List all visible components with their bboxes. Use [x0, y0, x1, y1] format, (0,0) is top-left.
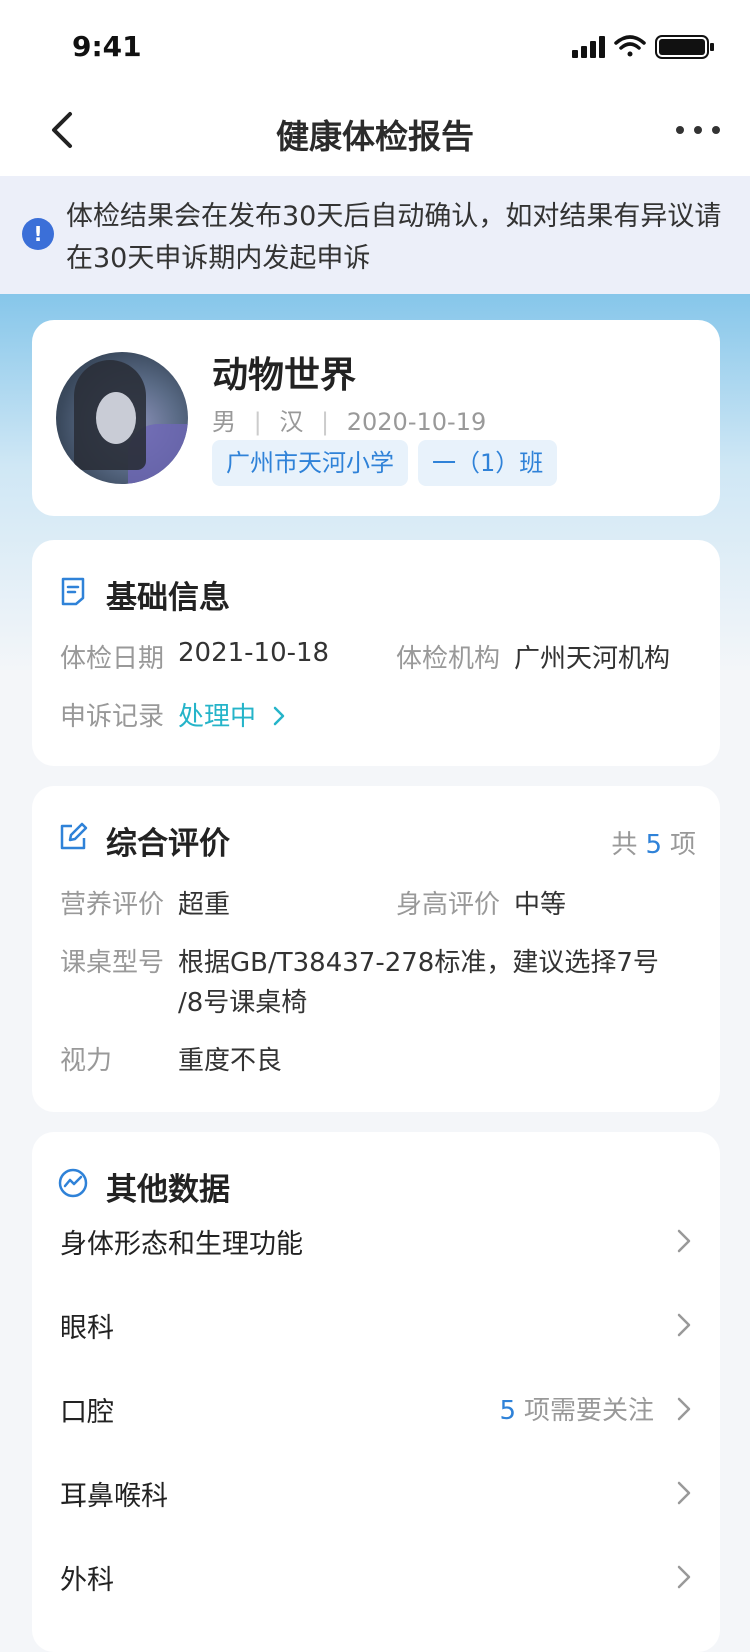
desk-value-line2: /8号课桌椅: [178, 988, 308, 1018]
desk-value-line1: 根据GB/T38437-278标准，建议选择7号: [178, 948, 659, 978]
chevron-right-icon: [677, 1313, 691, 1337]
chevron-right-icon: [274, 706, 285, 726]
trend-chart-icon: [58, 1168, 88, 1198]
chevron-right-icon: [677, 1229, 691, 1253]
appeal-status: 处理中: [178, 702, 257, 732]
list-item-oral[interactable]: 口腔 5 项需要关注: [32, 1368, 720, 1452]
height-value: 中等: [514, 890, 567, 920]
ethnicity: 汉: [279, 408, 304, 436]
nutrition-label: 营养评价: [60, 890, 165, 920]
evaluation-count: 共5项: [611, 830, 696, 860]
exclamation-icon: !: [22, 218, 54, 250]
chevron-right-icon: [677, 1481, 691, 1505]
notice-text: 体检结果会在发布30天后自动确认，如对结果有异议请在30天申诉期内发起申诉: [66, 201, 722, 274]
chevron-right-icon: [677, 1565, 691, 1589]
exam-date-value: 2021-10-18: [178, 638, 330, 668]
org-value: 广州天河机构: [514, 644, 671, 674]
nav-bar: 健康体检报告: [0, 88, 750, 176]
document-icon: [61, 577, 85, 606]
status-bar: 9:41: [0, 0, 750, 88]
attention-note: 5 项需要关注: [499, 1396, 654, 1426]
gender: 男: [212, 408, 236, 436]
list-item-label: 口腔: [60, 1397, 114, 1428]
height-label: 身高评价: [396, 890, 501, 920]
edit-icon: [60, 822, 88, 850]
section-title-basic: 基础信息: [106, 580, 230, 616]
exam-date-label: 体检日期: [60, 644, 165, 674]
org-label: 体检机构: [396, 644, 501, 674]
chevron-right-icon: [677, 1397, 691, 1421]
page-title: 健康体检报告: [276, 117, 474, 156]
more-button[interactable]: [674, 118, 722, 142]
avatar: [56, 352, 188, 484]
appeal-status-link[interactable]: 处理中: [178, 696, 286, 733]
basic-info-card: 基础信息 体检日期 2021-10-18 体检机构 广州天河机构 申诉记录 处理…: [32, 540, 720, 766]
vision-value: 重度不良: [178, 1046, 283, 1076]
evaluation-card: 综合评价 共5项 营养评价 超重 身高评价 中等 课桌型号 根据GB/T3843…: [32, 786, 720, 1112]
list-item-surgery[interactable]: 外科: [32, 1536, 720, 1620]
nutrition-value: 超重: [178, 890, 231, 920]
birth-date: 2020-10-19: [346, 408, 487, 436]
student-meta: 男 | 汉 | 2020-10-19: [212, 408, 487, 436]
list-item-ent[interactable]: 耳鼻喉科: [32, 1452, 720, 1536]
status-time: 9:41: [72, 30, 142, 63]
other-data-card: 其他数据 身体形态和生理功能 眼科 口腔 5 项需要关注 耳鼻喉科 外科: [32, 1132, 720, 1652]
list-item-label: 身体形态和生理功能: [60, 1229, 303, 1260]
list-item-label: 耳鼻喉科: [60, 1481, 168, 1512]
list-item-ophthalmology[interactable]: 眼科: [32, 1284, 720, 1368]
class-tag: 一（1）班: [418, 440, 558, 486]
desk-label: 课桌型号: [60, 948, 165, 978]
status-icons: [572, 35, 714, 59]
notice-banner: ! 体检结果会在发布30天后自动确认，如对结果有异议请在30天申诉期内发起申诉: [0, 176, 750, 294]
appeal-label: 申诉记录: [60, 702, 165, 732]
wifi-icon: [614, 35, 646, 57]
list-item-body-shape[interactable]: 身体形态和生理功能: [32, 1200, 720, 1284]
list-item-label: 眼科: [60, 1313, 114, 1344]
profile-card: 动物世界 男 | 汉 | 2020-10-19 广州市天河小学 一（1）班: [32, 320, 720, 516]
cellular-signal-icon: [572, 36, 605, 58]
section-title-evaluation: 综合评价: [106, 826, 230, 862]
battery-icon: [655, 35, 714, 59]
more-dots-icon: [676, 126, 720, 134]
vision-label: 视力: [60, 1046, 113, 1076]
list-item-label: 外科: [60, 1565, 114, 1596]
student-name: 动物世界: [212, 355, 357, 396]
school-tag: 广州市天河小学: [212, 440, 408, 486]
